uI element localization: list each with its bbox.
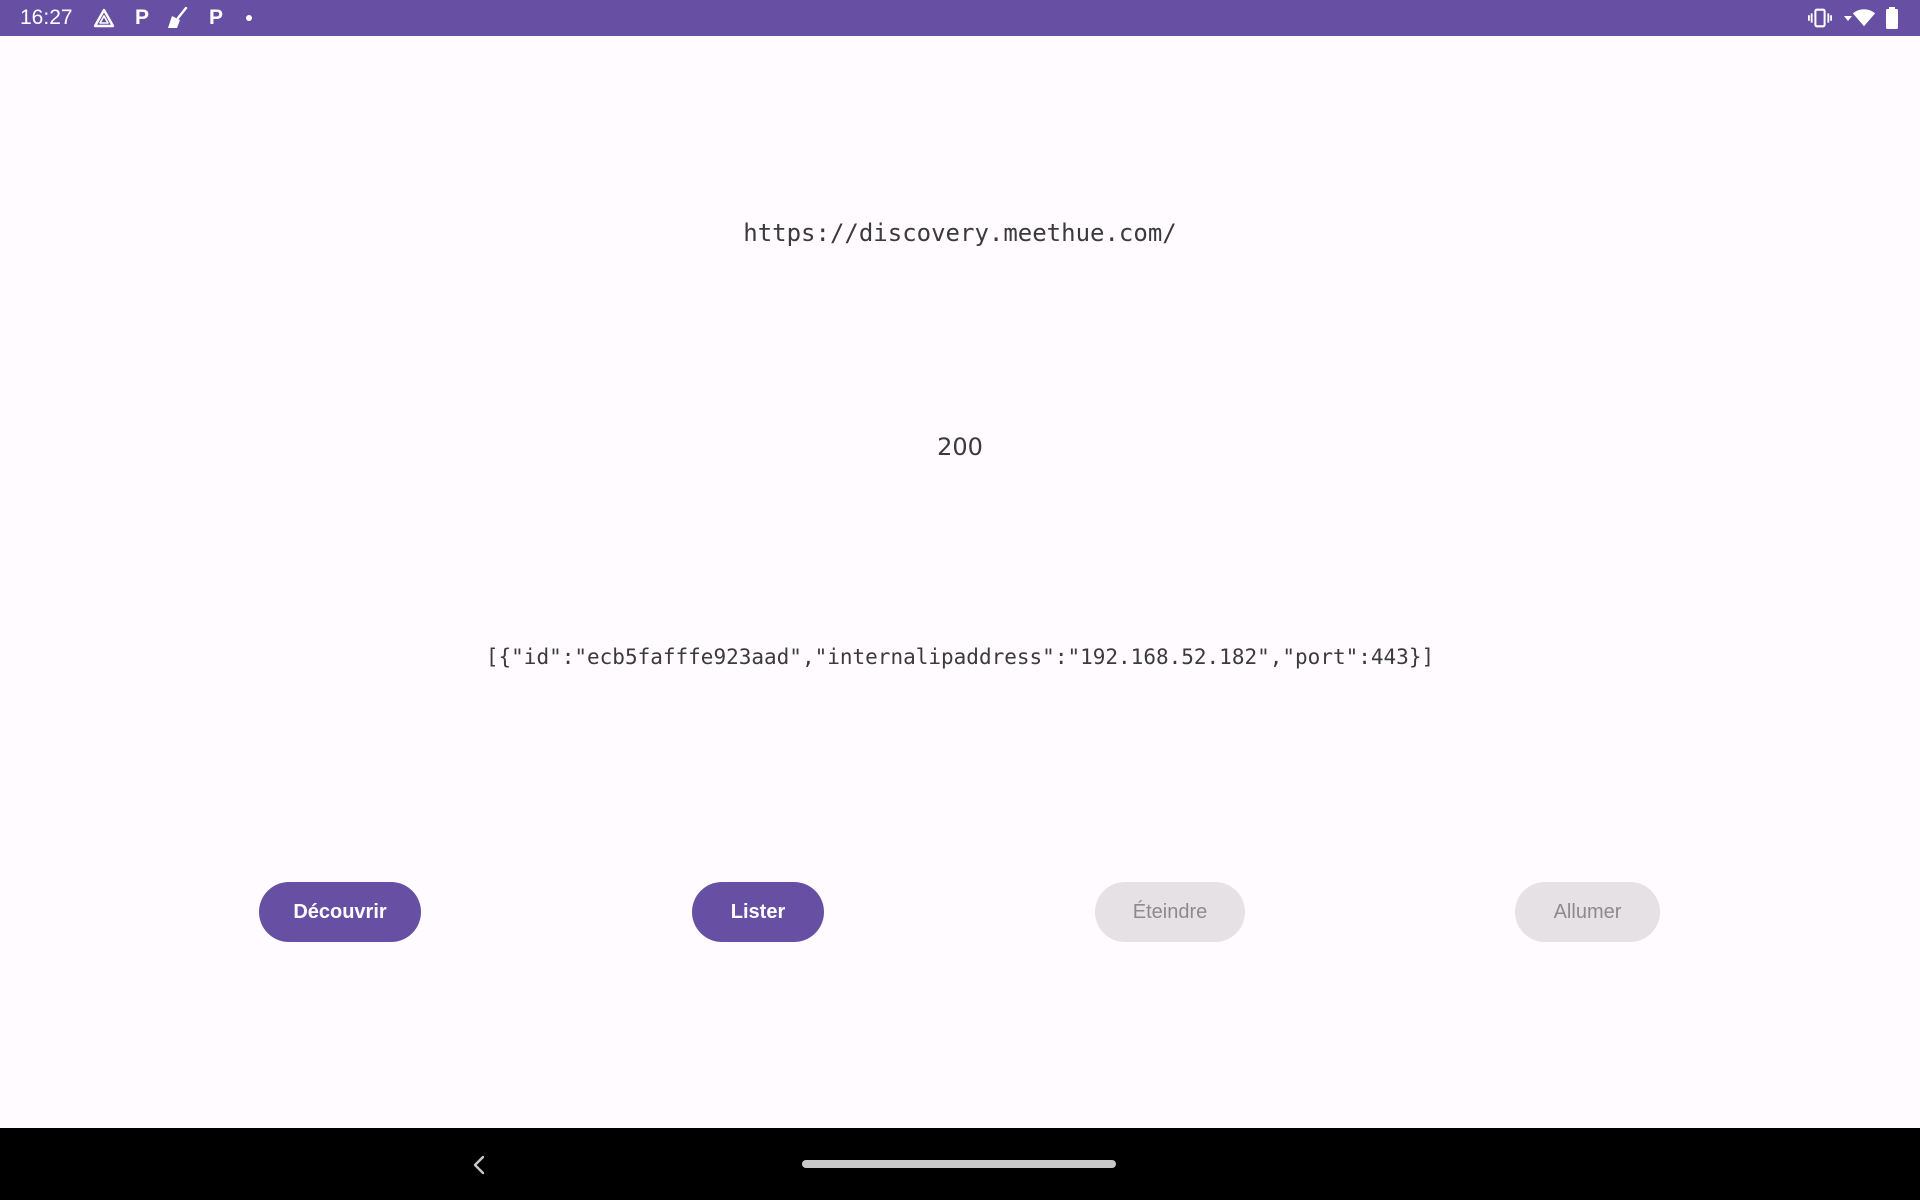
broom-icon bbox=[166, 7, 190, 29]
parking-letter: P bbox=[208, 6, 223, 29]
response-status-code: 200 bbox=[937, 433, 983, 461]
status-time: 16:27 bbox=[20, 6, 73, 29]
request-url: https://discovery.meethue.com/ bbox=[743, 219, 1177, 247]
home-handle[interactable] bbox=[802, 1160, 1116, 1168]
drive-triangle-icon bbox=[92, 7, 116, 29]
response-body: [{"id":"ecb5fafffe923aad","internalipadd… bbox=[485, 645, 1435, 669]
list-button[interactable]: Lister bbox=[692, 882, 824, 942]
back-icon[interactable] bbox=[464, 1150, 494, 1180]
discover-button[interactable]: Découvrir bbox=[259, 882, 421, 942]
parking-letter: P bbox=[134, 6, 149, 29]
parking-p-icon: P bbox=[204, 7, 228, 29]
main-content: https://discovery.meethue.com/ 200 [{"id… bbox=[0, 36, 1920, 1128]
battery-icon bbox=[1880, 7, 1904, 29]
vibrate-icon bbox=[1808, 7, 1832, 29]
dot-icon bbox=[237, 7, 261, 29]
navigation-bar bbox=[0, 1128, 1920, 1200]
turn-on-button[interactable]: Allumer bbox=[1515, 882, 1660, 942]
turn-off-button[interactable]: Éteindre bbox=[1095, 882, 1245, 942]
parking-p-icon: P bbox=[130, 7, 154, 29]
status-bar: 16:27 P P bbox=[0, 0, 1920, 36]
wifi-icon bbox=[1852, 7, 1876, 29]
